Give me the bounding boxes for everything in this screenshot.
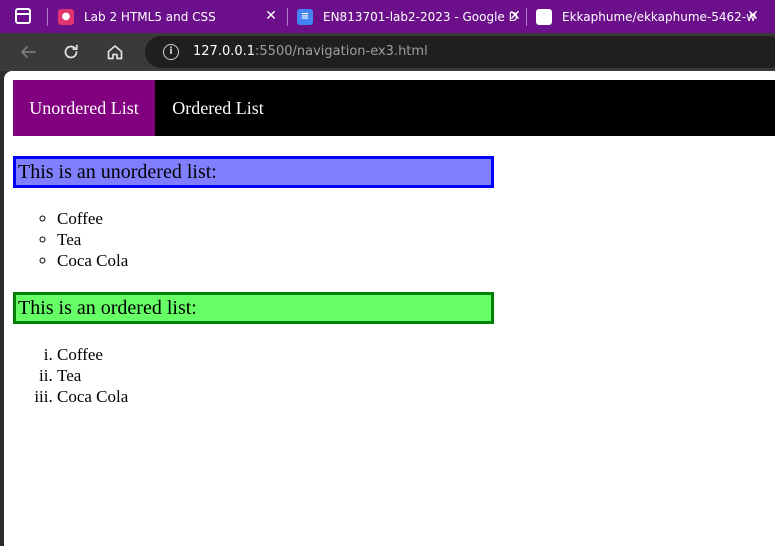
tab-title: EN813701-lab2-2023 - Google D xyxy=(323,9,518,24)
home-icon xyxy=(107,45,123,60)
list-item: Tea xyxy=(57,365,128,386)
nav-link-ordered-list[interactable]: Ordered List xyxy=(155,80,281,136)
list-item: Coffee xyxy=(57,208,128,229)
tab-google-docs[interactable]: ≡ EN813701-lab2-2023 - Google D ✕ xyxy=(297,0,522,33)
github-icon: ◉ xyxy=(536,8,552,25)
tab-strip: ● Lab 2 HTML5 and CSS ✕ ≡ EN813701-lab2-… xyxy=(0,0,775,33)
classroom-icon: ● xyxy=(58,8,74,25)
tab-divider xyxy=(47,8,48,26)
reload-button[interactable] xyxy=(60,41,82,63)
unordered-list: Coffee Tea Coca Cola xyxy=(57,208,128,271)
url-path: :5500/navigation-ex3.html xyxy=(255,44,428,59)
ordered-list-heading: This is an ordered list: xyxy=(13,292,494,324)
tab-divider xyxy=(526,8,527,26)
ordered-list: Coffee Tea Coca Cola xyxy=(57,344,128,407)
close-icon[interactable]: ✕ xyxy=(508,9,522,23)
back-arrow-icon xyxy=(21,46,36,58)
google-docs-icon: ≡ xyxy=(297,8,313,25)
unordered-list-heading: This is an unordered list: xyxy=(13,156,494,188)
close-icon[interactable]: ✕ xyxy=(746,9,760,23)
list-item: Coca Cola xyxy=(57,250,128,271)
tab-actions-icon[interactable] xyxy=(15,8,31,24)
url-text[interactable]: 127.0.0.1:5500/navigation-ex3.html xyxy=(193,44,428,59)
tab-title: Ekkaphume/ekkaphume-5462-w xyxy=(562,9,756,24)
page-viewport: Unordered List Ordered List This is an u… xyxy=(4,71,775,546)
reload-icon xyxy=(64,44,78,59)
home-button[interactable] xyxy=(104,41,126,63)
browser-toolbar: i 127.0.0.1:5500/navigation-ex3.html xyxy=(0,33,775,71)
tab-title: Lab 2 HTML5 and CSS xyxy=(84,9,216,24)
list-item: Coca Cola xyxy=(57,386,128,407)
address-bar[interactable]: i 127.0.0.1:5500/navigation-ex3.html xyxy=(145,36,775,68)
tab-github[interactable]: ◉ Ekkaphume/ekkaphume-5462-w ✕ xyxy=(536,0,760,33)
url-host: 127.0.0.1 xyxy=(193,44,256,59)
back-button[interactable] xyxy=(17,41,39,63)
close-icon[interactable]: ✕ xyxy=(264,9,278,23)
list-item: Coffee xyxy=(57,344,128,365)
tab-divider xyxy=(287,8,288,26)
navbar: Unordered List Ordered List xyxy=(13,80,775,136)
list-item: Tea xyxy=(57,229,128,250)
site-info-icon[interactable]: i xyxy=(163,44,179,60)
tab-lab2-html5-css[interactable]: ● Lab 2 HTML5 and CSS ✕ xyxy=(58,0,278,33)
nav-link-unordered-list[interactable]: Unordered List xyxy=(13,80,155,136)
